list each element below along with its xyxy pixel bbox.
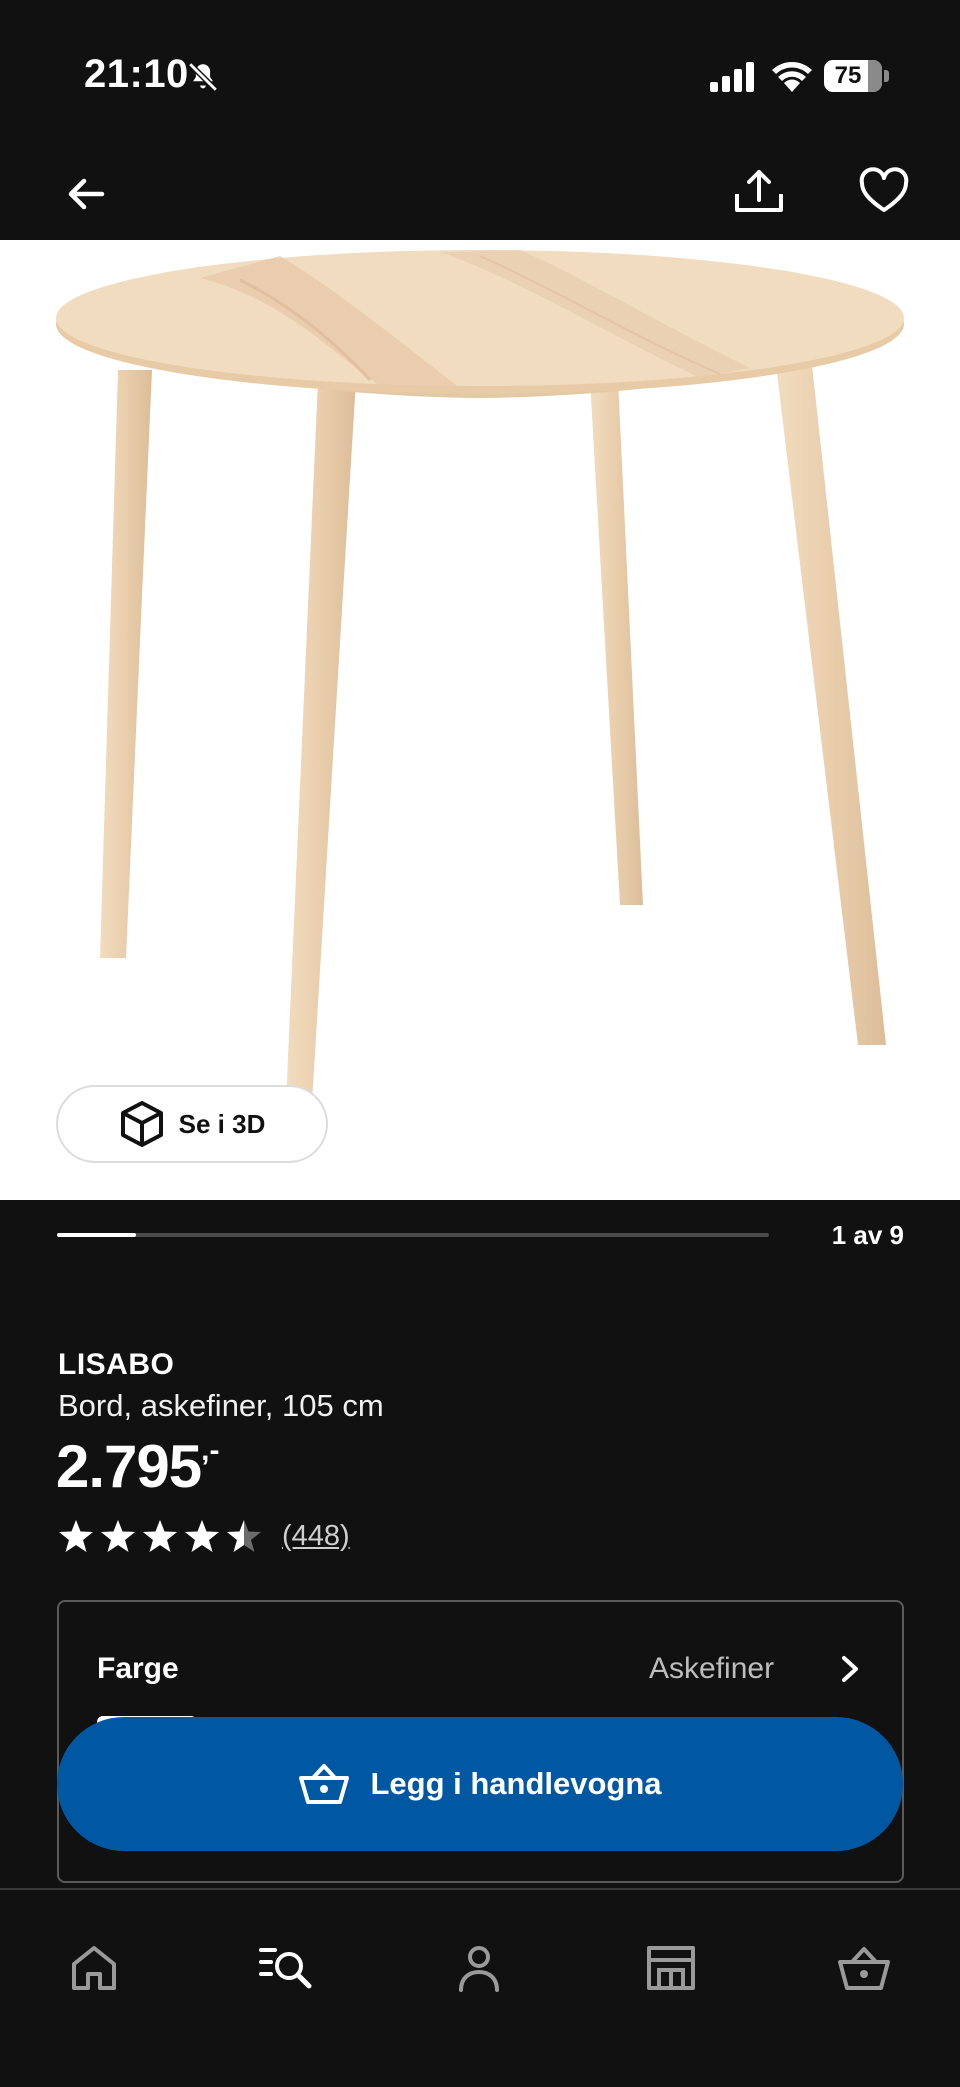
- rating-stars: [58, 1519, 262, 1553]
- add-to-cart-label: Legg i handlevogna: [370, 1766, 662, 1801]
- bell-off-icon: [188, 62, 218, 92]
- star-full-icon: [143, 1520, 177, 1552]
- bottom-navigation: [0, 1890, 960, 2087]
- price-amount: 2.795: [56, 1433, 202, 1500]
- gallery-pager-indicator: [57, 1233, 137, 1237]
- status-bar: 21:10 75: [0, 0, 960, 150]
- color-value: Askefiner: [649, 1652, 775, 1685]
- view-3d-button[interactable]: Se i 3D: [56, 1085, 328, 1163]
- top-navigation: [0, 150, 960, 240]
- home-icon[interactable]: [66, 1942, 122, 1994]
- status-time: 21:10: [84, 52, 189, 96]
- product-name: LISABO: [58, 1348, 175, 1381]
- star-full-icon: [59, 1520, 93, 1552]
- battery-level: 75: [834, 62, 862, 89]
- rating-row[interactable]: (448): [58, 1518, 350, 1554]
- chevron-right-icon: [842, 1656, 858, 1682]
- profile-icon[interactable]: [451, 1942, 507, 1994]
- search-icon[interactable]: [258, 1942, 314, 1994]
- back-arrow-icon[interactable]: [58, 166, 114, 222]
- star-full-icon: [185, 1520, 219, 1552]
- wifi-icon: [772, 62, 812, 92]
- cube-3d-icon: [120, 1101, 163, 1147]
- star-half-icon: [227, 1520, 261, 1552]
- product-image[interactable]: [0, 240, 960, 1200]
- review-count-link[interactable]: (448): [282, 1520, 350, 1553]
- add-to-cart-button[interactable]: Legg i handlevogna: [57, 1717, 903, 1851]
- product-price: 2.795,-: [56, 1432, 219, 1501]
- price-suffix: ,-: [201, 1434, 220, 1467]
- star-full-icon: [101, 1520, 135, 1552]
- table-illustration: [56, 250, 904, 1102]
- store-icon[interactable]: [643, 1942, 699, 1994]
- view-3d-label: Se i 3D: [178, 1108, 266, 1139]
- heart-icon[interactable]: [856, 164, 912, 220]
- share-icon[interactable]: [731, 164, 787, 220]
- gallery-pager-track: [57, 1233, 769, 1237]
- signal-icon: [710, 62, 754, 92]
- cart-icon[interactable]: [836, 1942, 892, 1994]
- color-label: Farge: [97, 1652, 179, 1685]
- product-description: Bord, askefiner, 105 cm: [58, 1388, 384, 1423]
- battery-icon: 75: [824, 60, 890, 92]
- gallery-pager-text: 1 av 9: [831, 1220, 904, 1250]
- basket-icon: [299, 1764, 350, 1804]
